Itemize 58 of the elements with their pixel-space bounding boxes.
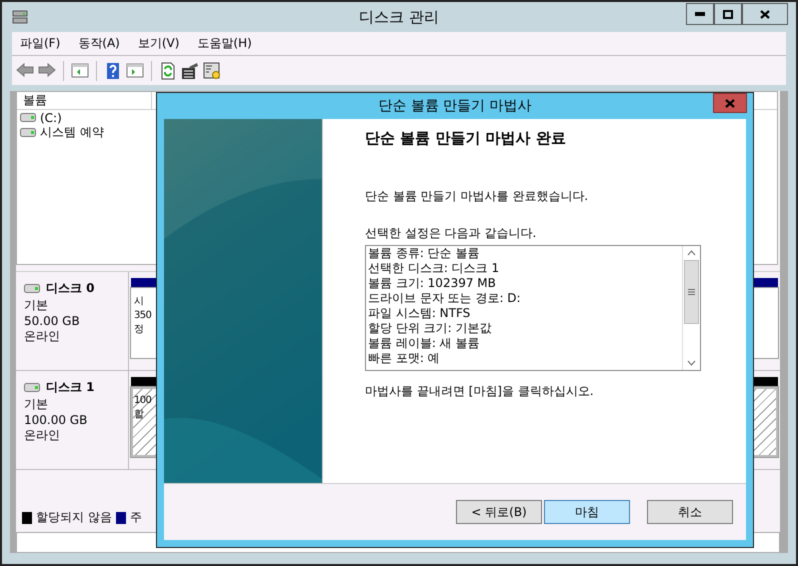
setting-line: 드라이브 문자 또는 경로: D: xyxy=(368,291,522,306)
panel-icon[interactable] xyxy=(126,62,144,80)
disk-type: 기본 xyxy=(24,297,49,314)
maximize-button[interactable] xyxy=(714,3,742,25)
menu-item[interactable]: 파일(F) xyxy=(20,35,60,52)
close-icon xyxy=(760,10,770,18)
window-title: 디스크 관리 xyxy=(359,8,439,27)
properties-icon[interactable] xyxy=(181,62,199,80)
panel-icon[interactable] xyxy=(71,62,89,80)
drive-icon xyxy=(24,383,40,392)
drive-icon xyxy=(20,113,36,122)
scrollbar[interactable] xyxy=(780,91,788,553)
menu-item[interactable]: 도움말(H) xyxy=(197,35,252,52)
setting-line: 선택한 디스크: 디스크 1 xyxy=(368,261,500,276)
disk-status: 온라인 xyxy=(24,427,61,444)
dialog-title: 단순 볼륨 만들기 마법사 xyxy=(378,97,532,115)
disk-size: 100.00 GB xyxy=(24,413,88,427)
help-icon[interactable] xyxy=(104,62,122,80)
menu-item[interactable]: 보기(V) xyxy=(138,35,180,52)
setting-line: 볼륨 종류: 단순 볼륨 xyxy=(368,246,480,261)
cancel-button[interactable]: 취소 xyxy=(647,500,733,524)
finish-instruction: 마법사를 끝내려면 [마침]을 클릭하십시오. xyxy=(365,383,595,400)
back-arrow-icon[interactable] xyxy=(16,62,34,80)
disk-type: 기본 xyxy=(24,396,49,413)
menu-item[interactable]: 동작(A) xyxy=(78,35,120,52)
finish-button[interactable]: 마침 xyxy=(544,500,630,524)
disk-size: 50.00 GB xyxy=(24,314,81,328)
wizard-heading: 단순 볼륨 만들기 마법사 완료 xyxy=(365,129,567,148)
settings-icon[interactable] xyxy=(203,62,221,80)
disk-name: 디스크 1 xyxy=(46,379,95,396)
legend-label: 할당되지 않음 xyxy=(36,509,112,526)
legend-label: 주 xyxy=(130,509,142,526)
setting-line: 볼륨 크기: 102397 MB xyxy=(368,276,497,291)
settings-list[interactable]: 볼륨 종류: 단순 볼륨 선택한 디스크: 디스크 1 볼륨 크기: 102397 MB 드라이브 문자 또는 경로: D: 파일 시스템: NTFS 할당 단위 크기: 기본값 볼륨 레이블: 새 볼륨 빠른 포맷: 예 xyxy=(365,245,701,371)
disk-status: 온라인 xyxy=(24,328,61,345)
volume-name: (C:) xyxy=(40,110,62,124)
completion-message: 단순 볼륨 만들기 마법사를 완료했습니다. xyxy=(365,188,590,205)
drive-icon xyxy=(20,128,36,137)
scroll-thumb[interactable] xyxy=(684,260,699,324)
forward-arrow-icon[interactable] xyxy=(38,62,56,80)
minimize-button[interactable] xyxy=(686,3,714,25)
column-header[interactable]: 볼륨 xyxy=(17,92,152,109)
grip-icon xyxy=(688,289,695,295)
close-icon xyxy=(725,98,735,108)
setting-line: 할당 단위 크기: 기본값 xyxy=(368,321,492,336)
settings-label: 선택한 설정은 다음과 같습니다. xyxy=(365,225,538,242)
maximize-icon xyxy=(723,10,733,18)
disk-management-icon xyxy=(12,10,28,24)
setting-line: 볼륨 레이블: 새 볼륨 xyxy=(368,336,480,351)
volume-name: 시스템 예약 xyxy=(40,124,104,141)
setting-line: 파일 시스템: NTFS xyxy=(368,306,472,321)
setting-line: 빠른 포맷: 예 xyxy=(368,351,441,366)
close-button[interactable] xyxy=(742,3,788,25)
minimize-icon xyxy=(695,12,705,16)
refresh-document-icon[interactable] xyxy=(159,62,177,80)
disk-name: 디스크 0 xyxy=(46,280,95,297)
back-button[interactable]: < 뒤로(B) xyxy=(456,500,542,524)
drive-icon xyxy=(24,284,40,293)
